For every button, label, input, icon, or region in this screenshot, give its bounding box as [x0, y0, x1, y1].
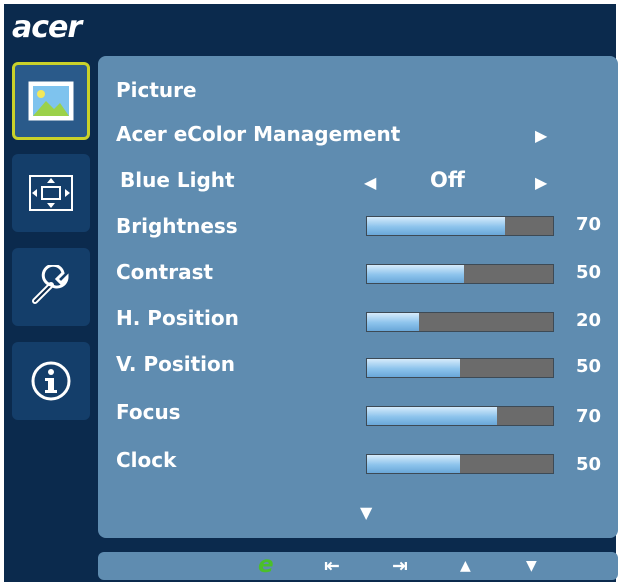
clock-slider[interactable]: [366, 454, 554, 474]
blue-light-item[interactable]: Blue Light: [120, 168, 235, 192]
v-position-label: V. Position: [116, 352, 236, 376]
osd-window: acer Picture Acer eColor Management ▶ Bl…: [4, 4, 618, 582]
sidebar-item-settings[interactable]: [12, 248, 90, 326]
focus-slider[interactable]: [366, 406, 554, 426]
picture-menu-panel: Picture Acer eColor Management ▶ Blue Li…: [98, 56, 618, 538]
blue-light-right-arrow-icon[interactable]: ▶: [535, 173, 547, 192]
picture-icon: [28, 81, 74, 121]
enter-key-icon[interactable]: ⇥: [392, 553, 408, 579]
bottom-key-bar: e ⇤ ⇥ ▲ ▼: [98, 552, 618, 580]
contrast-value: 50: [576, 262, 602, 283]
sidebar-item-osd-position[interactable]: [12, 154, 90, 232]
contrast-label: Contrast: [116, 260, 214, 284]
focus-label: Focus: [116, 400, 181, 424]
scroll-down-icon[interactable]: ▼: [360, 503, 372, 522]
h-position-value: 20: [576, 310, 602, 331]
empowering-key-icon[interactable]: e: [258, 552, 274, 578]
blue-light-left-arrow-icon[interactable]: ◀: [364, 173, 376, 192]
exit-key-icon[interactable]: ⇤: [324, 553, 340, 579]
brightness-slider[interactable]: [366, 216, 554, 236]
sidebar-item-picture[interactable]: [12, 62, 90, 140]
brightness-label: Brightness: [116, 214, 238, 238]
focus-value: 70: [576, 406, 602, 427]
contrast-slider[interactable]: [366, 264, 554, 284]
brightness-value: 70: [576, 214, 602, 235]
clock-value: 50: [576, 454, 602, 475]
down-key-icon[interactable]: ▼: [526, 553, 537, 579]
ecolor-arrow-right-icon[interactable]: ▶: [535, 126, 547, 145]
up-key-icon[interactable]: ▲: [460, 553, 471, 579]
v-position-slider[interactable]: [366, 358, 554, 378]
h-position-slider[interactable]: [366, 312, 554, 332]
h-position-label: H. Position: [116, 306, 239, 330]
info-icon: [29, 359, 73, 403]
ecolor-management-item[interactable]: Acer eColor Management: [116, 122, 400, 146]
acer-logo: acer: [12, 10, 82, 45]
position-icon: [28, 174, 74, 212]
wrench-icon: [29, 265, 73, 309]
clock-label: Clock: [116, 448, 177, 472]
v-position-value: 50: [576, 356, 602, 377]
sidebar-item-information[interactable]: [12, 342, 90, 420]
menu-title: Picture: [116, 78, 197, 102]
blue-light-value: Off: [430, 168, 465, 192]
